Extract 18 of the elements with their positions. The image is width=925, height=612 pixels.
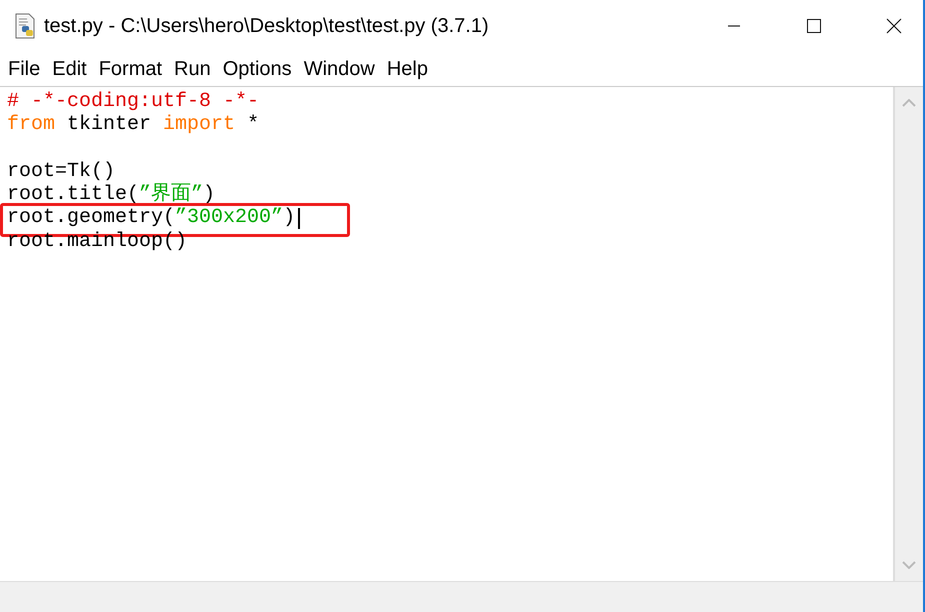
menu-item[interactable]: Window <box>304 58 387 80</box>
menu-item[interactable]: Options <box>222 58 304 80</box>
scroll-up-icon[interactable] <box>902 99 916 107</box>
code-line: root.geometry(”300x200”) <box>7 206 296 230</box>
menu-item[interactable]: Run <box>174 58 223 80</box>
scrollbar[interactable] <box>895 87 923 581</box>
scroll-down-icon[interactable] <box>902 561 916 569</box>
menu-item[interactable]: Format <box>98 58 174 80</box>
menu-item[interactable]: Help <box>386 58 440 80</box>
window-title: test.py - C:\Users\hero\Desktop\test\test.py (3.7.1) <box>44 14 489 38</box>
code-line: # -*-coding:utf-8 -*- <box>7 90 260 114</box>
code-line: root=Tk() <box>7 160 116 184</box>
menu-item[interactable]: Edit <box>52 58 99 80</box>
code-line: root.mainloop() <box>7 230 188 254</box>
python-file-icon <box>14 13 36 39</box>
code-line: from tkinter import * <box>7 113 260 137</box>
code-line: root.title(”界面”) <box>7 183 216 206</box>
menu-item[interactable]: File <box>8 58 52 80</box>
